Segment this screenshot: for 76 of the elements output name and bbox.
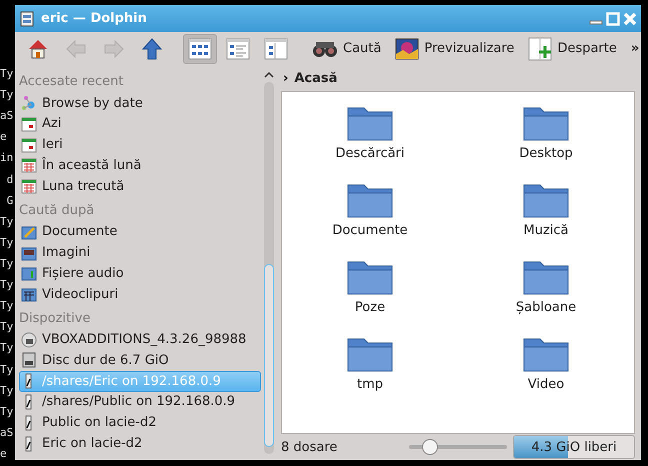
place-item[interactable]: Ieri xyxy=(19,134,261,156)
terminal-text: aS xyxy=(0,426,14,439)
day-icon xyxy=(21,136,37,153)
window-icon xyxy=(19,10,35,26)
terminal-text: Ty xyxy=(0,216,14,228)
folder-item[interactable]: tmp xyxy=(282,333,458,410)
place-item[interactable]: Disc dur de 6.7 GiO xyxy=(19,350,261,371)
timeline-icon xyxy=(21,95,37,112)
preview-button[interactable]: Previzualizare xyxy=(390,34,520,64)
split-button[interactable]: Desparte xyxy=(523,34,622,64)
place-item[interactable]: Public on lacie-d2 xyxy=(19,412,261,434)
video-icon xyxy=(21,286,37,302)
view-mode-icons-button[interactable] xyxy=(183,34,217,64)
images-icon xyxy=(21,244,37,261)
terminal-text: Ty xyxy=(0,321,14,334)
place-item[interactable]: Documente xyxy=(19,221,261,242)
month-icon xyxy=(21,157,37,174)
scrollbar[interactable] xyxy=(263,69,275,454)
place-item[interactable]: VBOXADDITIONS_4.3.26_98988 xyxy=(19,329,261,350)
place-item[interactable]: Eric on lacie-d2 xyxy=(19,433,261,454)
place-item[interactable]: Videoclipuri xyxy=(19,284,261,305)
terminal-text: Ty xyxy=(0,68,14,80)
breadcrumb-item[interactable]: Acasă xyxy=(294,70,338,86)
scroll-up-icon[interactable] xyxy=(264,71,274,79)
item-count: 8 dosare xyxy=(281,440,338,454)
terminal-text: Ty xyxy=(0,89,14,102)
folder-item[interactable]: Desktop xyxy=(458,102,634,179)
details-view-icon xyxy=(226,38,250,60)
terminal-text: Ty xyxy=(0,300,14,312)
terminal-text: e xyxy=(0,131,7,144)
zoom-slider[interactable] xyxy=(409,439,507,455)
section-heading: Caută după xyxy=(19,202,96,220)
terminal-text: Ty xyxy=(0,236,14,249)
place-item[interactable]: Azi xyxy=(19,113,261,134)
place-item[interactable]: Luna trecută xyxy=(19,176,261,197)
terminal-text: G xyxy=(6,194,14,207)
place-item[interactable]: /shares/Public on 192.168.0.9 xyxy=(19,392,261,412)
up-arrow-icon xyxy=(140,36,164,60)
optical-icon xyxy=(21,332,37,348)
month-icon xyxy=(21,178,37,194)
terminal-text: Ty xyxy=(0,279,14,292)
close-icon[interactable] xyxy=(623,12,637,26)
audio-icon xyxy=(21,265,37,282)
terminal-text: d xyxy=(6,174,14,186)
folder-item[interactable]: Video xyxy=(458,333,634,410)
place-item[interactable]: Browse by date xyxy=(19,92,261,114)
documents-icon xyxy=(21,224,37,240)
section-heading: Dispozitive xyxy=(19,310,92,328)
free-space-label: 4.3 GiO liberi xyxy=(531,440,617,454)
folder-item[interactable]: Muzică xyxy=(458,179,634,256)
folder-item[interactable]: Documente xyxy=(282,179,458,256)
terminal-text: Ty xyxy=(0,342,14,354)
window-title: eric — Dolphin xyxy=(41,11,148,26)
section-heading: Accesate recent xyxy=(19,73,124,91)
place-item[interactable]: În această lună xyxy=(19,155,261,176)
day-icon xyxy=(21,116,37,132)
search-button[interactable]: Caută xyxy=(307,34,386,64)
terminal-text: Ty xyxy=(0,364,14,376)
image-icon xyxy=(395,38,420,60)
breadcrumb-separator: › xyxy=(283,70,288,86)
icons-view-icon xyxy=(188,38,212,60)
terminal-text: Ty xyxy=(0,384,14,397)
maximize-icon[interactable] xyxy=(606,12,620,26)
terminal-text: e xyxy=(0,448,7,460)
terminal-text: Ty xyxy=(0,406,14,418)
place-item[interactable]: Imagini xyxy=(19,242,261,263)
place-item[interactable]: Fișiere audio xyxy=(19,262,261,284)
folder-item[interactable]: Șabloane xyxy=(458,256,634,333)
terminal-text: in xyxy=(0,152,14,164)
folder-item[interactable]: Poze xyxy=(282,256,458,333)
overflow-button[interactable]: » xyxy=(626,34,644,64)
split-view-icon xyxy=(528,36,552,60)
terminal-text: aS xyxy=(0,110,14,122)
folder-item[interactable]: Descărcări xyxy=(282,102,458,179)
terminal-text: Ty xyxy=(0,258,14,270)
columns-view-icon xyxy=(264,38,288,60)
